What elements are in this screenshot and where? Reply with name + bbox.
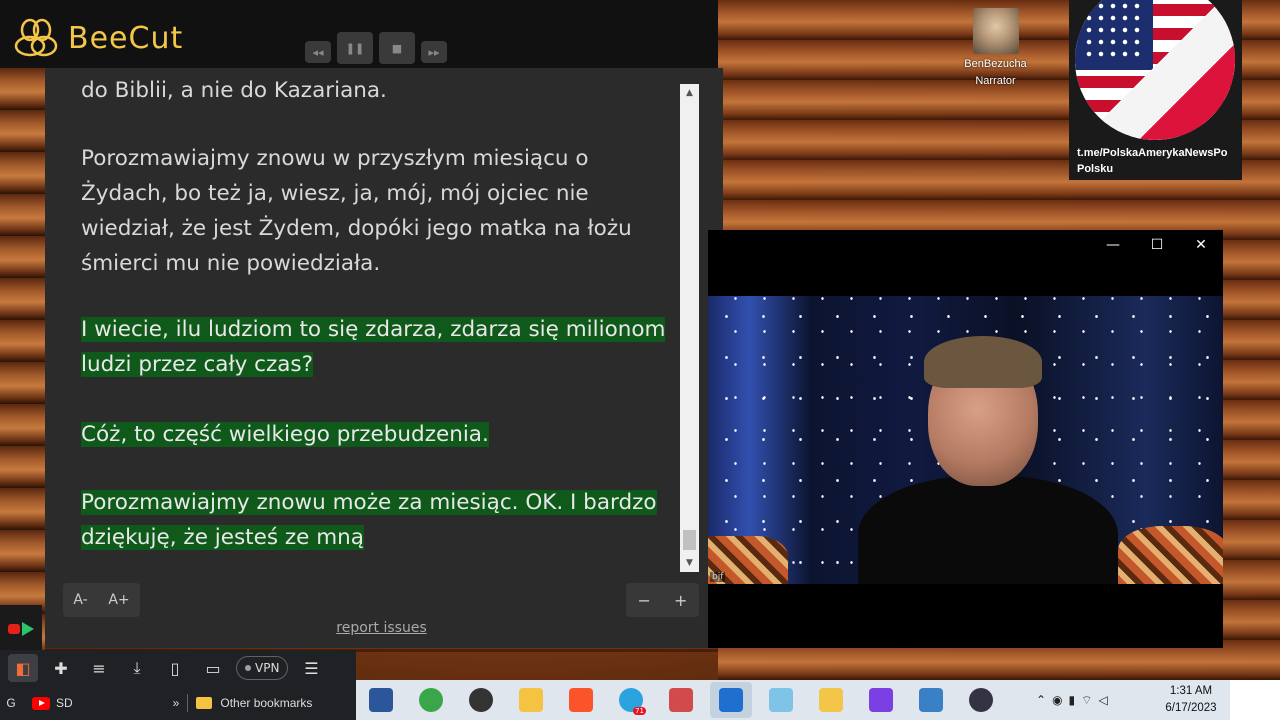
video-frame[interactable]: bjf xyxy=(708,296,1223,584)
beecut-logo: BeeCut xyxy=(10,18,183,58)
channel-link-line1: t.me/PolskaAmerykaNewsPo xyxy=(1077,147,1228,159)
clock-date: 6/17/2023 xyxy=(1165,702,1217,714)
scroll-up-arrow-icon[interactable]: ▲ xyxy=(680,84,699,102)
transcript-paragraph-highlighted: I wiecie, ilu ludziom to się zdarza, zda… xyxy=(81,317,666,377)
transcript-text: do Biblii, a nie do Kazariana. Porozmawi… xyxy=(63,68,723,572)
youtube-icon[interactable] xyxy=(8,624,20,634)
zoom-controls: − + xyxy=(626,583,699,617)
narrator-name: BenBezucha xyxy=(964,58,1027,70)
more-bookmarks-button[interactable]: » xyxy=(173,696,180,710)
windows-taskbar: 71 ⌃ ◉ ▮ ⌔ ◁ 1:31 AM 6/17/2023 xyxy=(356,680,1280,720)
system-tray: ⌃ ◉ ▮ ⌔ ◁ xyxy=(1036,680,1108,720)
channel-link-line2: Polsku xyxy=(1077,163,1114,175)
bookmark-sd[interactable]: SD xyxy=(32,696,73,710)
bookmark-g[interactable]: G xyxy=(0,696,22,710)
rewind-button[interactable]: ◂◂ xyxy=(305,41,331,63)
transcript-panel: do Biblii, a nie do Kazariana. Porozmawi… xyxy=(45,68,723,648)
other-bookmarks[interactable]: Other bookmarks xyxy=(220,696,312,710)
stop-button[interactable]: ■ xyxy=(379,32,415,64)
photos-app-icon[interactable] xyxy=(910,682,952,718)
brand-name: BeeCut xyxy=(68,20,184,56)
browser-toolbar: ◧ ✚ ≡ ⤓ ▯ ▭ VPN ☰ xyxy=(0,650,356,686)
word-app-icon[interactable] xyxy=(360,682,402,718)
taskbar-clock[interactable]: 1:31 AM 6/17/2023 xyxy=(1156,683,1226,717)
wallet-icon[interactable]: ▭ xyxy=(198,654,228,682)
clock-time: 1:31 AM xyxy=(1169,685,1213,697)
microphone-icon[interactable]: ▮ xyxy=(1069,693,1076,707)
green-app-icon[interactable] xyxy=(410,682,452,718)
vpn-label: VPN xyxy=(255,661,280,675)
download-icon[interactable]: ⤓ xyxy=(122,654,152,682)
vpn-button[interactable]: VPN xyxy=(236,656,289,680)
channel-link: t.me/PolskaAmerykaNewsPo Polsku xyxy=(1077,145,1242,177)
rumble-icon[interactable] xyxy=(22,622,34,636)
notes-app-icon[interactable] xyxy=(760,682,802,718)
folder-icon xyxy=(196,697,213,709)
speaker-image xyxy=(838,336,1138,584)
brave-browser-icon[interactable] xyxy=(560,682,602,718)
menu-icon[interactable]: ☰ xyxy=(296,654,326,682)
show-hidden-icons-icon[interactable]: ⌃ xyxy=(1036,693,1046,707)
us-poland-flag-icon xyxy=(1075,0,1235,140)
volume-icon[interactable]: ◁ xyxy=(1098,693,1107,707)
channel-card: t.me/PolskaAmerykaNewsPo Polsku xyxy=(1069,0,1242,180)
zoom-in-button[interactable]: + xyxy=(674,591,687,610)
zoom-out-button[interactable]: − xyxy=(638,591,651,610)
wood-background-left xyxy=(0,68,45,680)
vpn-status-icon xyxy=(245,665,251,671)
bookmarks-bar: G SD » Other bookmarks xyxy=(0,686,356,720)
forward-button[interactable]: ▸▸ xyxy=(421,41,447,63)
video-watermark: bjf xyxy=(710,572,726,582)
transcript-paragraph: Porozmawiajmy znowu w przyszłym miesiącu… xyxy=(81,146,632,276)
extensions-puzzle-icon[interactable]: ✚ xyxy=(46,654,76,682)
mini-app-icons xyxy=(0,605,42,653)
tray-app-icon[interactable]: ◉ xyxy=(1052,693,1062,707)
obs-icon[interactable] xyxy=(960,682,1002,718)
narrator-avatar xyxy=(972,8,1019,54)
telegram-badge: 71 xyxy=(633,707,646,715)
beecut-app-icon[interactable] xyxy=(810,682,852,718)
playlist-icon[interactable]: ≡ xyxy=(84,654,114,682)
font-decrease-button[interactable]: A- xyxy=(73,592,87,608)
report-issues-link[interactable]: report issues xyxy=(45,620,718,636)
whatsapp-icon[interactable] xyxy=(460,682,502,718)
telegram-icon[interactable]: 71 xyxy=(610,682,652,718)
sidebar-icon[interactable]: ▯ xyxy=(160,654,190,682)
font-size-controls: A- A+ xyxy=(63,583,140,617)
video-player-icon[interactable] xyxy=(710,682,752,718)
transcript-paragraph-highlighted: Porozmawiajmy znowu może za miesiąc. OK.… xyxy=(81,490,657,550)
file-explorer-icon[interactable] xyxy=(510,682,552,718)
transcript-paragraph-highlighted: Cóż, to część wielkiego przebudzenia. xyxy=(81,422,489,447)
font-increase-button[interactable]: A+ xyxy=(108,592,129,608)
narrator-badge: BenBezucha Narrator xyxy=(958,8,1033,90)
pause-button[interactable]: ❚❚ xyxy=(337,32,373,64)
media-controls: ◂◂ ❚❚ ■ ▸▸ xyxy=(305,32,447,64)
transcript-scrollbar[interactable]: ▲ ▼ xyxy=(680,84,699,572)
show-desktop-area[interactable] xyxy=(1230,680,1280,720)
narrator-role: Narrator xyxy=(975,75,1016,87)
beecut-header: BeeCut ◂◂ ❚❚ ■ ▸▸ xyxy=(0,0,718,68)
clipchamp-icon[interactable] xyxy=(860,682,902,718)
snipping-tool-icon[interactable] xyxy=(660,682,702,718)
video-window: — ☐ ✕ bjf xyxy=(708,230,1223,648)
window-controls: — ☐ ✕ xyxy=(1091,230,1223,260)
youtube-icon xyxy=(32,696,50,710)
maximize-icon[interactable]: ☐ xyxy=(1135,230,1179,260)
minimize-icon[interactable]: — xyxy=(1091,230,1135,260)
close-icon[interactable]: ✕ xyxy=(1179,230,1223,260)
bee-icon xyxy=(14,18,58,57)
wifi-icon[interactable]: ⌔ xyxy=(1081,693,1092,708)
transcript-paragraph: do Biblii, a nie do Kazariana. xyxy=(81,78,387,103)
scroll-down-arrow-icon[interactable]: ▼ xyxy=(680,554,699,572)
extension-active-icon[interactable]: ◧ xyxy=(8,654,38,682)
scroll-thumb[interactable] xyxy=(683,530,696,550)
bookmark-sd-label: SD xyxy=(56,696,73,710)
